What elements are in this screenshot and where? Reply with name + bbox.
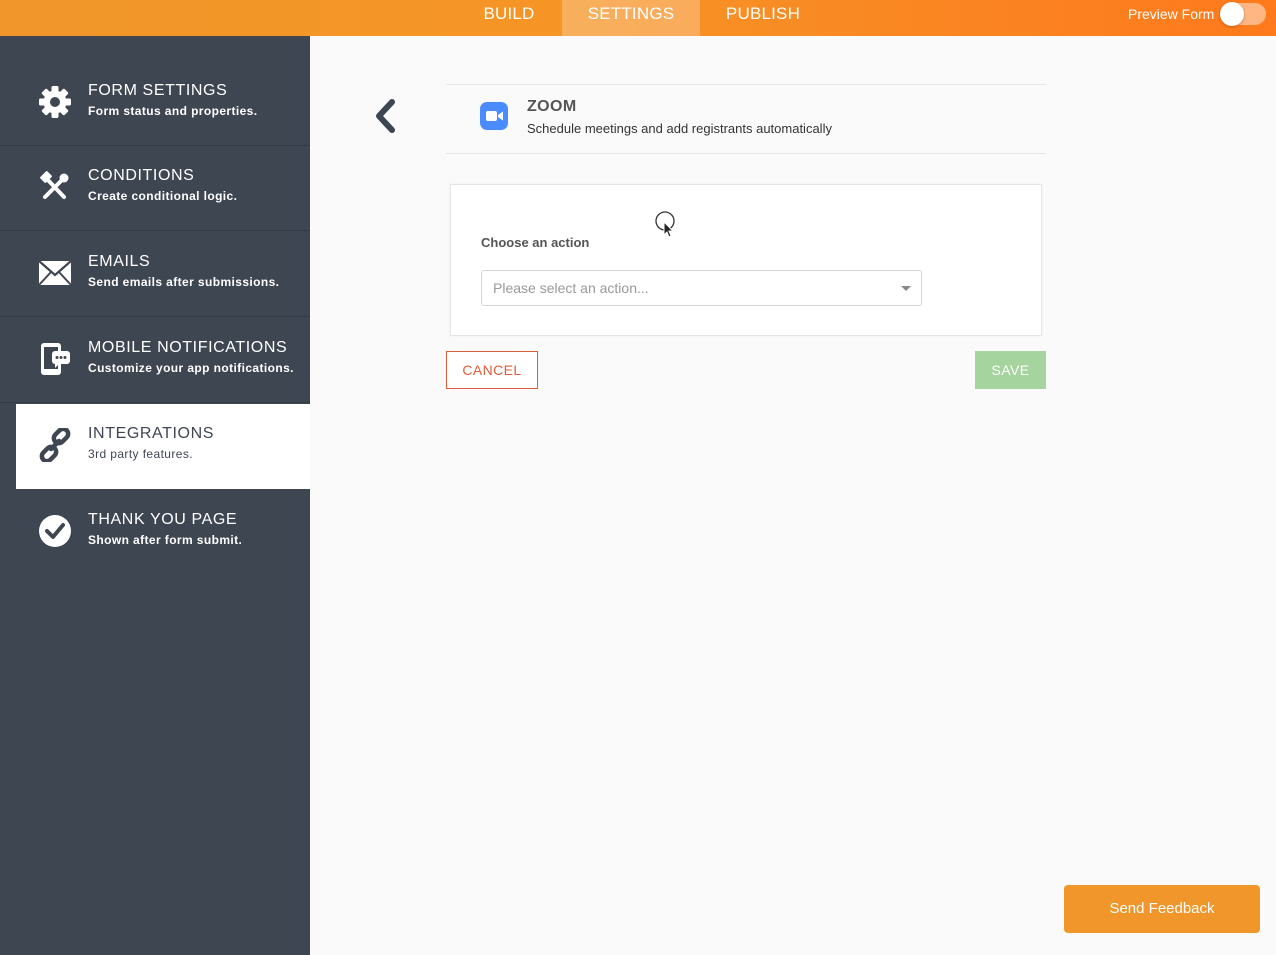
- sidebar-item-subtitle: Shown after form submit.: [88, 533, 243, 547]
- integration-header: ZOOM Schedule meetings and add registran…: [446, 84, 1046, 154]
- preview-form-label: Preview Form: [1128, 6, 1215, 22]
- integration-name: ZOOM: [527, 98, 577, 115]
- send-feedback-button[interactable]: Send Feedback: [1064, 885, 1260, 933]
- toggle-knob: [1220, 2, 1244, 26]
- action-select-placeholder: Please select an action...: [493, 280, 649, 296]
- action-card: Choose an action Please select an action…: [450, 184, 1042, 336]
- sidebar-item-integrations[interactable]: INTEGRATIONS 3rd party features.: [16, 404, 310, 489]
- sidebar-item-subtitle: 3rd party features.: [88, 447, 193, 461]
- sidebar-item-title: THANK YOU PAGE: [88, 511, 238, 528]
- check-circle-icon: [39, 515, 71, 547]
- sidebar-item-subtitle: Send emails after submissions.: [88, 275, 280, 289]
- preview-form-toggle[interactable]: [1220, 2, 1266, 26]
- sidebar-item-title: INTEGRATIONS: [88, 425, 215, 442]
- sidebar-item-title: EMAILS: [88, 253, 151, 270]
- chevron-down-icon: [901, 286, 911, 291]
- sidebar-item-emails[interactable]: EMAILS Send emails after submissions.: [0, 232, 310, 317]
- sidebar-item-title: FORM SETTINGS: [88, 82, 228, 99]
- tab-settings[interactable]: SETTINGS: [562, 0, 700, 36]
- integration-description: Schedule meetings and add registrants au…: [527, 121, 832, 136]
- tab-build[interactable]: BUILD: [468, 0, 550, 36]
- gear-icon: [39, 86, 71, 118]
- sidebar-item-title: CONDITIONS: [88, 167, 195, 184]
- sidebar-item-title: MOBILE NOTIFICATIONS: [88, 339, 288, 356]
- save-button[interactable]: SAVE: [975, 351, 1046, 389]
- settings-sidebar: FORM SETTINGS Form status and properties…: [0, 36, 310, 955]
- sidebar-item-subtitle: Customize your app notifications.: [88, 361, 294, 375]
- sidebar-item-subtitle: Create conditional logic.: [88, 189, 238, 203]
- action-select[interactable]: Please select an action...: [481, 270, 922, 306]
- top-bar: BUILD SETTINGS PUBLISH Preview Form: [0, 0, 1276, 36]
- mouse-cursor-icon: [655, 211, 675, 238]
- zoom-camera-icon: [480, 102, 508, 130]
- sidebar-item-mobile-notifications[interactable]: MOBILE NOTIFICATIONS Customize your app …: [0, 318, 310, 403]
- envelope-icon: [38, 260, 72, 286]
- link-icon: [39, 428, 71, 462]
- sidebar-item-conditions[interactable]: CONDITIONS Create conditional logic.: [0, 146, 310, 231]
- sidebar-item-subtitle: Form status and properties.: [88, 104, 258, 118]
- tools-icon: [40, 171, 69, 199]
- tab-publish[interactable]: PUBLISH: [712, 0, 814, 36]
- mobile-notification-icon: [41, 343, 70, 375]
- action-label: Choose an action: [481, 235, 590, 250]
- sidebar-item-thank-you-page[interactable]: THANK YOU PAGE Shown after form submit.: [0, 490, 310, 575]
- back-chevron-icon[interactable]: [372, 98, 400, 134]
- sidebar-item-form-settings[interactable]: FORM SETTINGS Form status and properties…: [0, 61, 310, 146]
- cancel-button[interactable]: CANCEL: [446, 351, 538, 389]
